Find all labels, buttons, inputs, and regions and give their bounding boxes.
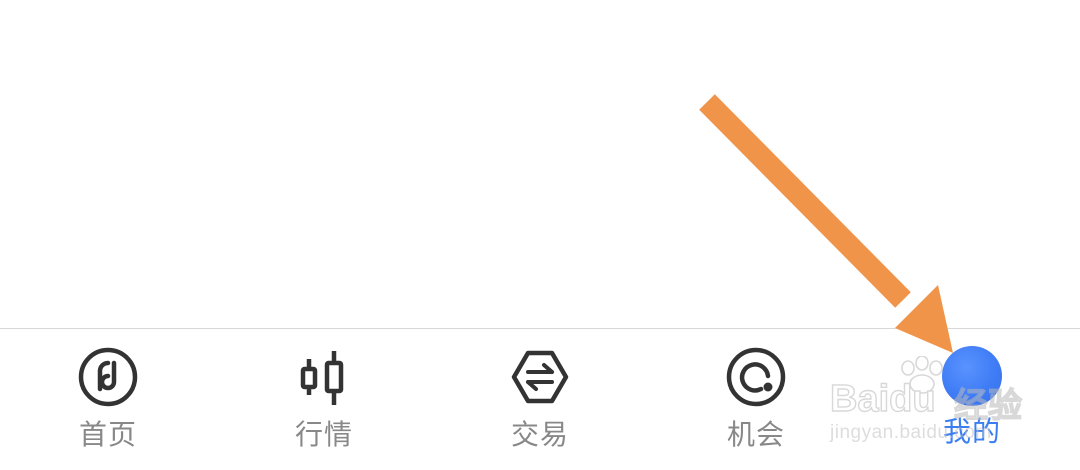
content-area <box>0 0 1080 328</box>
app-screen: 首页 行情 交易 机会 我的 Baidu 经验 jingyan.baidu.co… <box>0 0 1080 470</box>
tab-home[interactable]: 首页 <box>0 329 216 470</box>
tab-opportunity-label: 机会 <box>726 418 785 451</box>
tab-mine[interactable]: 我的 <box>864 329 1080 470</box>
home-icon <box>78 347 138 407</box>
bottom-tab-bar: 首页 行情 交易 机会 我的 <box>0 328 1080 470</box>
tab-trade-label: 交易 <box>510 418 569 451</box>
tab-market-label: 行情 <box>294 418 353 451</box>
candlestick-icon <box>300 351 344 405</box>
tab-trade[interactable]: 交易 <box>432 329 648 470</box>
tab-mine-label: 我的 <box>942 415 1001 448</box>
tab-home-label: 首页 <box>78 418 137 451</box>
tab-opportunity[interactable]: 机会 <box>648 329 864 470</box>
tab-market[interactable]: 行情 <box>216 329 432 470</box>
trade-icon <box>511 350 569 404</box>
opportunity-icon <box>726 347 786 407</box>
avatar[interactable] <box>942 346 1002 406</box>
